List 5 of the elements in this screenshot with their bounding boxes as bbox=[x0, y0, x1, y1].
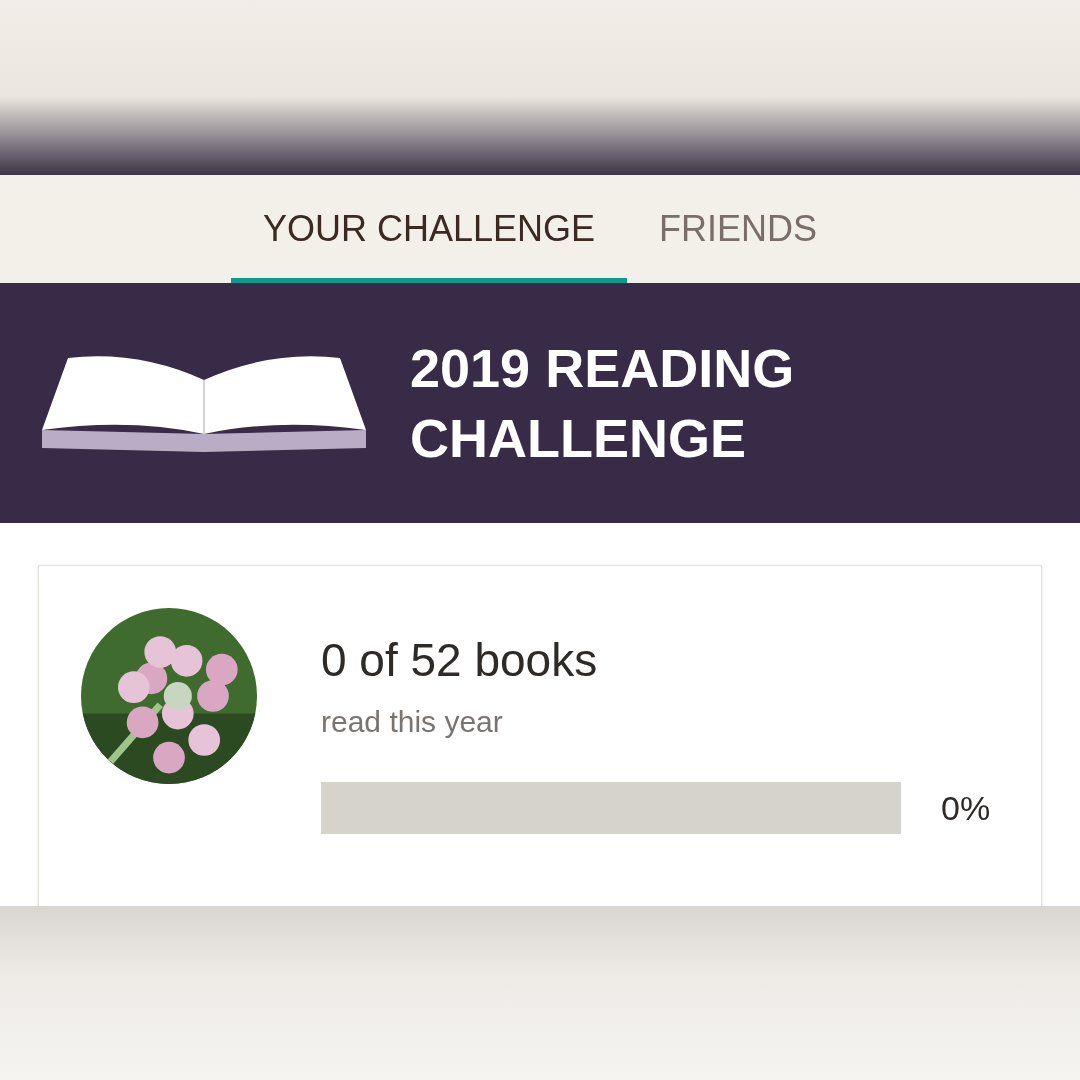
book-count: 0 of 52 books bbox=[321, 633, 599, 688]
tab[interactable]: FRIENDS bbox=[627, 175, 850, 283]
challenge-title: 2019 READING CHALLENGE bbox=[410, 336, 796, 470]
count-caption: read this year bbox=[321, 704, 504, 740]
progress-percent: 0% bbox=[941, 787, 991, 829]
